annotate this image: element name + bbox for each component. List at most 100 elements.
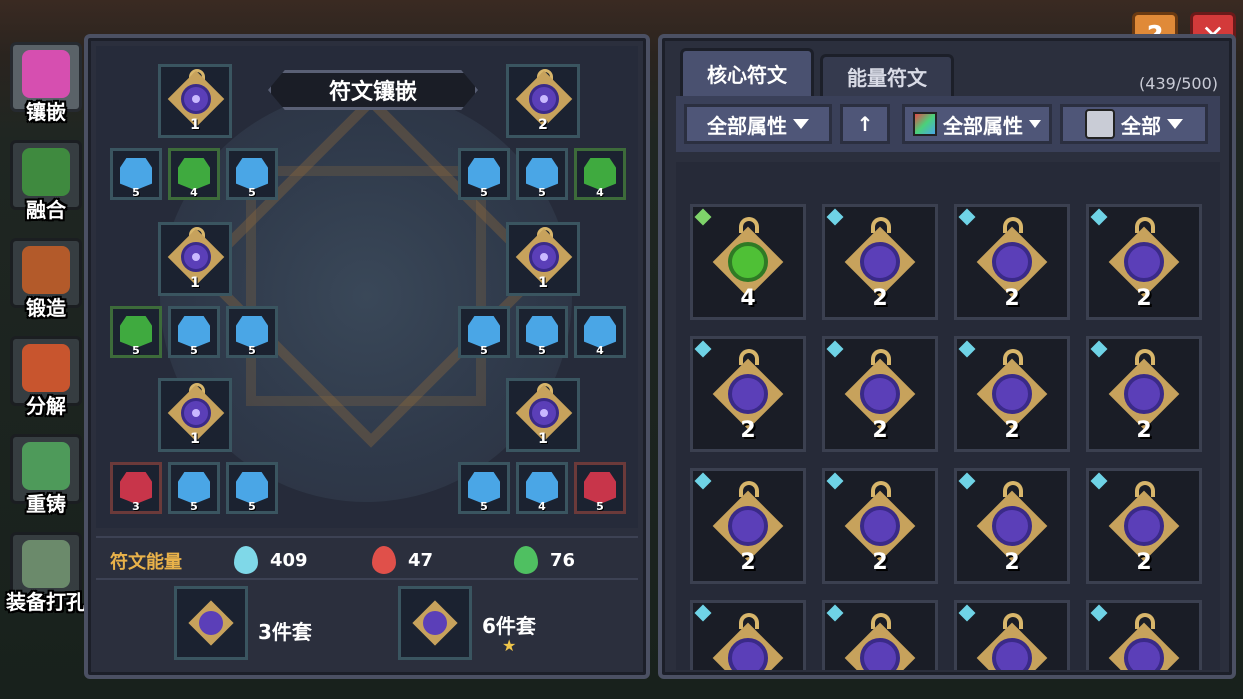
nav-item-recast[interactable]: 重铸 (4, 432, 84, 522)
core-slot[interactable]: 1 (158, 378, 232, 452)
nav-item-forge[interactable]: 锻造 (4, 236, 84, 326)
quality-gem-icon (958, 340, 976, 358)
core-slot[interactable]: 1 (158, 222, 232, 296)
rune-item[interactable]: 2 (1086, 468, 1202, 584)
rune-level: 5 (190, 500, 198, 513)
sub-rune-slot[interactable]: 5 (226, 148, 278, 200)
nav-item-socket[interactable]: 装备打孔 (4, 530, 86, 620)
eye-rune-icon (529, 242, 559, 272)
core-slot[interactable]: 2 (506, 64, 580, 138)
quality-gem-icon (1090, 208, 1108, 226)
rune-level: 2 (1136, 418, 1152, 443)
nav-item-decompose[interactable]: 分解 (4, 334, 84, 424)
inlay-icon (22, 50, 70, 98)
sub-rune-slot[interactable]: 5 (168, 306, 220, 358)
sort-button[interactable]: ↑ (840, 104, 890, 144)
rune-level: 2 (872, 550, 888, 575)
rune-item[interactable]: 2 (690, 468, 806, 584)
quality-gem-icon (826, 604, 844, 622)
sub-rune-slot[interactable]: 4 (516, 462, 568, 514)
rune-level: 5 (538, 186, 546, 199)
rune-item[interactable]: 2 (690, 600, 806, 670)
fusion-icon (22, 148, 70, 196)
rune-item[interactable]: 2 (822, 336, 938, 452)
eye-rune-icon (728, 506, 768, 546)
rune-item[interactable]: 2 (954, 336, 1070, 452)
rune-item[interactable]: 2 (1086, 336, 1202, 452)
eye-rune-icon (1124, 506, 1164, 546)
nav-item-inlay[interactable]: 镶嵌 (4, 40, 84, 130)
eye-rune-icon (992, 638, 1032, 670)
rune-item[interactable]: 2 (822, 600, 938, 670)
set-bonus-6[interactable] (398, 586, 472, 660)
rune-inventory-panel: 核心符文 能量符文 (439/500) 全部属性 ↑ 全部属性 全部 42222… (658, 34, 1236, 679)
rune-level: 2 (1136, 550, 1152, 575)
nav-label: 重铸 (26, 492, 66, 516)
sub-rune-slot[interactable]: 4 (574, 148, 626, 200)
core-slot[interactable]: 1 (506, 222, 580, 296)
core-slot[interactable]: 1 (158, 64, 232, 138)
sub-rune-slot[interactable]: 4 (168, 148, 220, 200)
rune-level: 5 (596, 500, 604, 513)
rune-item[interactable]: 2 (1086, 204, 1202, 320)
rune-item[interactable]: 4 (690, 204, 806, 320)
quality-gem-icon (1090, 604, 1108, 622)
tab-energy-runes[interactable]: 能量符文 (820, 54, 954, 96)
rune-level: 4 (538, 500, 546, 513)
eye-rune-icon (1124, 638, 1164, 670)
eye-rune-icon (992, 242, 1032, 282)
green-energy-icon (514, 546, 538, 574)
sub-rune-slot[interactable]: 5 (458, 306, 510, 358)
rune-level: 5 (248, 344, 256, 357)
energy-item: 409 (234, 546, 308, 574)
socket-icon (22, 540, 70, 588)
rune-level: 4 (740, 286, 756, 311)
attribute-filter-dropdown[interactable]: 全部属性 (684, 104, 832, 144)
core-level: 1 (538, 275, 548, 291)
sub-rune-slot[interactable]: 5 (226, 306, 278, 358)
quality-gem-icon (694, 208, 712, 226)
energy-value: 409 (270, 549, 308, 571)
eye-rune-icon (728, 638, 768, 670)
nav-label: 融合 (26, 198, 66, 222)
sub-rune-slot[interactable]: 3 (110, 462, 162, 514)
sub-rune-slot[interactable]: 5 (110, 148, 162, 200)
eye-rune-icon (181, 398, 211, 428)
eye-rune-icon (860, 638, 900, 670)
decompose-icon (22, 344, 70, 392)
energy-item: 47 (372, 546, 433, 574)
sub-rune-slot[interactable]: 5 (458, 462, 510, 514)
sub-rune-slot[interactable]: 5 (168, 462, 220, 514)
rune-item[interactable]: 2 (954, 600, 1070, 670)
tab-core-runes[interactable]: 核心符文 (680, 48, 814, 96)
secondary-attribute-filter[interactable]: 全部属性 (902, 104, 1052, 144)
sub-rune-slot[interactable]: 4 (574, 306, 626, 358)
rune-level: 3 (132, 500, 140, 513)
rune-level: 5 (190, 344, 198, 357)
eye-rune-icon (860, 506, 900, 546)
sub-rune-slot[interactable]: 5 (458, 148, 510, 200)
sub-rune-slot[interactable]: 5 (516, 306, 568, 358)
rune-level: 5 (480, 500, 488, 513)
rune-item[interactable]: 2 (822, 204, 938, 320)
rune-level: 2 (740, 418, 756, 443)
eye-rune-icon (423, 611, 447, 635)
rune-item[interactable]: 2 (690, 336, 806, 452)
set-bonus-3[interactable] (174, 586, 248, 660)
sub-rune-slot[interactable]: 5 (516, 148, 568, 200)
rune-level: 2 (1004, 418, 1020, 443)
type-filter-dropdown[interactable]: 全部 (1060, 104, 1208, 144)
rune-item[interactable]: 2 (1086, 600, 1202, 670)
rune-item[interactable]: 2 (954, 468, 1070, 584)
rune-level: 2 (1004, 550, 1020, 575)
rune-item[interactable]: 2 (954, 204, 1070, 320)
nav-label: 分解 (26, 394, 66, 418)
set-label: 3件套 (258, 620, 312, 644)
sub-rune-slot[interactable]: 5 (226, 462, 278, 514)
rune-item[interactable]: 2 (822, 468, 938, 584)
filter-bar: 全部属性 ↑ 全部属性 全部 (676, 96, 1220, 152)
sub-rune-slot[interactable]: 5 (110, 306, 162, 358)
nav-item-fusion[interactable]: 融合 (4, 138, 84, 228)
sub-rune-slot[interactable]: 5 (574, 462, 626, 514)
core-slot[interactable]: 1 (506, 378, 580, 452)
